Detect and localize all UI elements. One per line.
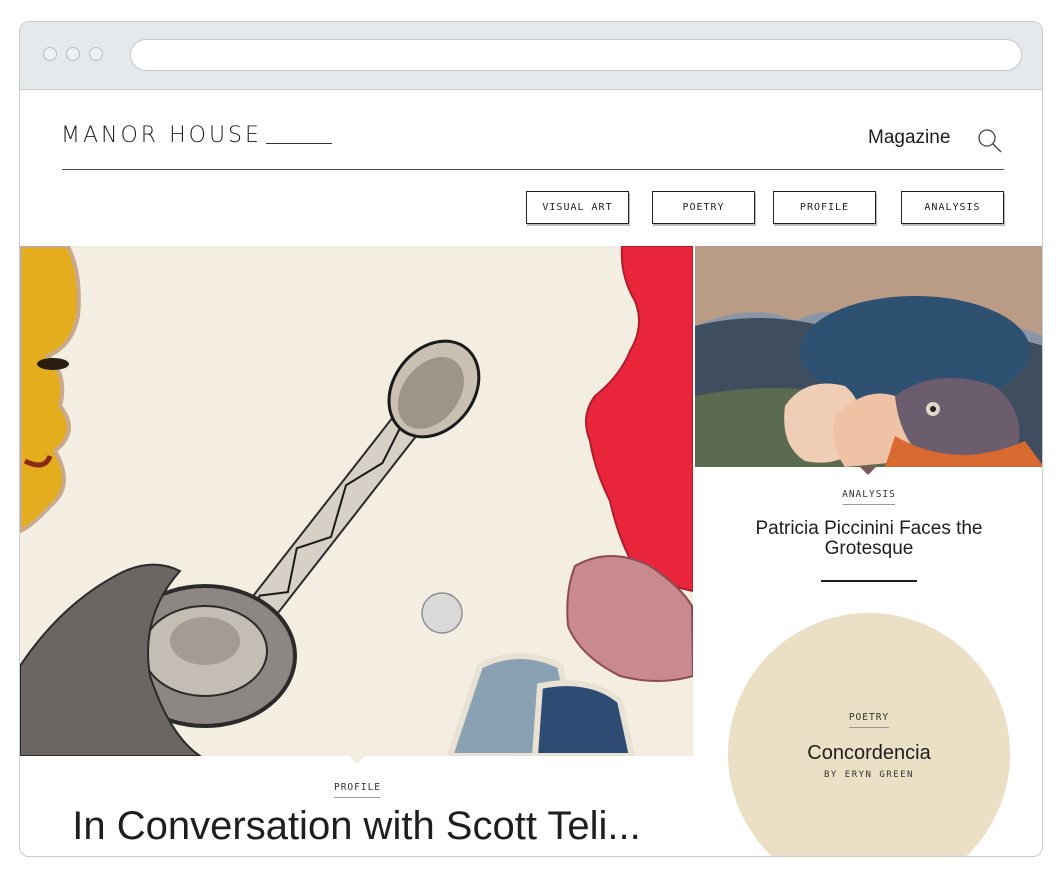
poetry-article-title[interactable]: Concordencia <box>728 742 1010 765</box>
brand-underline <box>266 143 332 144</box>
magazine-nav-link[interactable]: Magazine <box>868 127 950 149</box>
hero-article-image[interactable] <box>20 246 693 756</box>
address-bar[interactable] <box>130 39 1022 71</box>
side-article-kicker[interactable]: ANALYSIS <box>820 489 918 500</box>
hero-article-kicker[interactable]: PROFILE <box>315 782 400 793</box>
header-divider <box>62 169 1004 170</box>
poetry-kicker[interactable]: POETRY <box>828 712 910 723</box>
category-profile-button[interactable]: PROFILE <box>773 191 876 224</box>
side-kicker-rule <box>843 504 895 505</box>
window-maximize-dot[interactable] <box>89 47 103 61</box>
window-minimize-dot[interactable] <box>66 47 80 61</box>
poetry-byline: BY ERYN GREEN <box>824 770 914 780</box>
search-icon[interactable] <box>977 128 1003 154</box>
category-analysis-button[interactable]: ANALYSIS <box>901 191 1004 224</box>
category-visual-art-button[interactable]: VISUAL ART <box>526 191 629 224</box>
side-article-divider <box>821 580 917 582</box>
hero-article-title[interactable]: In Conversation with Scott Teli... <box>20 804 693 848</box>
side-article-title[interactable]: Patricia Piccinini Faces the Grotesque <box>735 519 1003 559</box>
browser-toolbar <box>20 22 1042 90</box>
poetry-kicker-rule <box>849 727 889 728</box>
magazine-page: MANOR HOUSE Magazine VISUAL ART POETRY P… <box>20 90 1042 856</box>
brand-logo[interactable]: MANOR HOUSE <box>61 123 262 148</box>
window-close-dot[interactable] <box>43 47 57 61</box>
browser-window: MANOR HOUSE Magazine VISUAL ART POETRY P… <box>19 21 1043 857</box>
side-article-image[interactable] <box>695 246 1042 467</box>
side-caption-pointer <box>859 466 877 475</box>
hero-kicker-rule <box>334 797 380 798</box>
poetry-feature-circle[interactable] <box>728 613 1010 856</box>
hero-caption-pointer <box>347 754 367 764</box>
category-poetry-button[interactable]: POETRY <box>652 191 755 224</box>
